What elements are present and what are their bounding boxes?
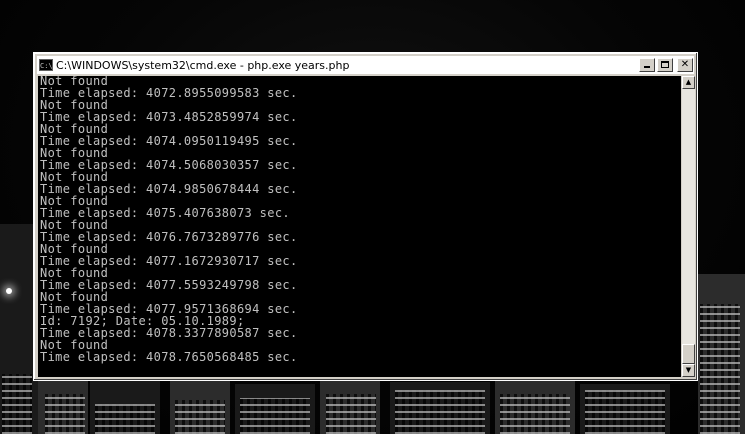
title-bar[interactable]: C:\ C:\WINDOWS\system32\cmd.exe - php.ex… bbox=[37, 56, 694, 74]
console-text: Not found Time elapsed: 4072.8955099583 … bbox=[38, 76, 681, 363]
scroll-down-button[interactable]: ▼ bbox=[682, 364, 695, 377]
arrow-up-icon: ▲ bbox=[685, 78, 692, 86]
arrow-down-icon: ▼ bbox=[685, 366, 692, 374]
window-title: C:\WINDOWS\system32\cmd.exe - php.exe ye… bbox=[56, 58, 350, 72]
console-output[interactable]: Not found Time elapsed: 4072.8955099583 … bbox=[38, 76, 681, 377]
scroll-up-button[interactable]: ▲ bbox=[682, 76, 695, 89]
minimize-button[interactable] bbox=[639, 58, 655, 72]
console-line: Time elapsed: 4078.7650568485 sec. bbox=[40, 350, 298, 364]
vertical-scrollbar[interactable]: ▲ ▼ bbox=[682, 76, 695, 377]
minimize-icon bbox=[644, 66, 650, 68]
maximize-icon bbox=[661, 61, 669, 68]
scroll-thumb[interactable] bbox=[682, 344, 695, 364]
close-icon: ✕ bbox=[680, 59, 690, 70]
close-button[interactable]: ✕ bbox=[677, 58, 693, 72]
cmd-icon[interactable]: C:\ bbox=[39, 59, 53, 71]
console-window: C:\ C:\WINDOWS\system32\cmd.exe - php.ex… bbox=[33, 52, 698, 381]
maximize-button[interactable] bbox=[657, 58, 673, 72]
